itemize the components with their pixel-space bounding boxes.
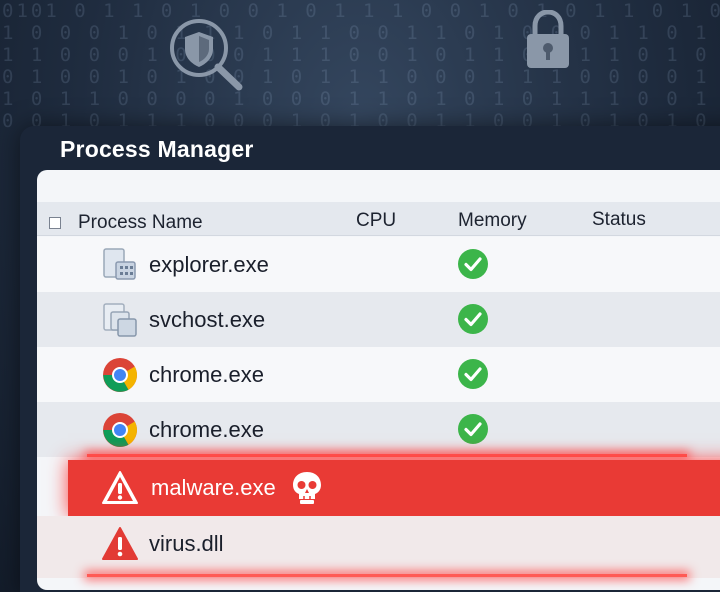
process-name: chrome.exe [149,362,264,387]
table-header: Process Name CPU Memory Status [37,202,720,236]
process-name: svchost.exe [149,307,266,332]
select-all-checkbox[interactable] [49,217,61,229]
table-row[interactable]: chrome.exe [37,402,720,457]
shield-search-icon [170,19,243,91]
table-row[interactable]: explorer.exe [37,237,720,292]
process-table: Process Name CPU Memory Status explorer.… [37,170,720,590]
process-name: virus.dll [149,531,224,556]
check-icon [458,304,488,334]
svchost-windows-icon [103,303,137,337]
process-name: malware.exe [151,475,276,500]
table-row[interactable]: chrome.exe [37,347,720,402]
column-header-status[interactable]: Status [592,209,646,231]
binary-code-background: 0101 0 1 1 0 1 0 0 1 0 1 1 1 0 0 1 0 1 0… [0,0,720,130]
window-title: Process Manager [60,136,254,162]
skull-icon [293,472,321,504]
column-header-memory[interactable]: Memory [458,210,527,232]
threat-glow-line [87,454,687,457]
check-icon [458,249,488,279]
binary-line: 1 0 1 1 0 0 0 0 1 0 0 0 1 1 0 1 0 1 0 1 … [2,88,720,110]
check-icon [458,359,488,389]
threat-glow-line [87,574,687,577]
check-icon [458,414,488,444]
binary-line: 0 1 0 0 1 0 1 0 0 1 0 1 1 1 0 0 0 1 1 1 … [2,66,720,88]
warning-triangle-icon [102,471,138,504]
chrome-icon [103,413,137,447]
warning-triangle-icon [102,527,138,560]
column-header-process-name[interactable]: Process Name [78,212,203,234]
explorer-window-icon [103,248,136,280]
chrome-icon [103,358,137,392]
table-row[interactable]: svchost.exe [37,292,720,347]
process-name: chrome.exe [149,417,264,442]
padlock-icon [527,10,569,68]
table-row-threat[interactable]: virus.dll [37,516,720,578]
table-row-threat[interactable]: malware.exe [68,460,720,516]
column-header-cpu[interactable]: CPU [356,210,396,232]
binary-line: 0101 0 1 1 0 1 0 0 1 0 1 1 1 0 0 1 0 1 0… [2,0,720,22]
binary-line: 1 1 0 0 0 1 0 0 0 1 1 1 0 0 1 0 1 1 0 0 … [2,44,720,66]
process-name: explorer.exe [149,252,269,277]
binary-line: 1 0 0 0 1 0 1 1 1 0 1 1 0 0 1 1 0 1 0 0 … [2,22,720,44]
